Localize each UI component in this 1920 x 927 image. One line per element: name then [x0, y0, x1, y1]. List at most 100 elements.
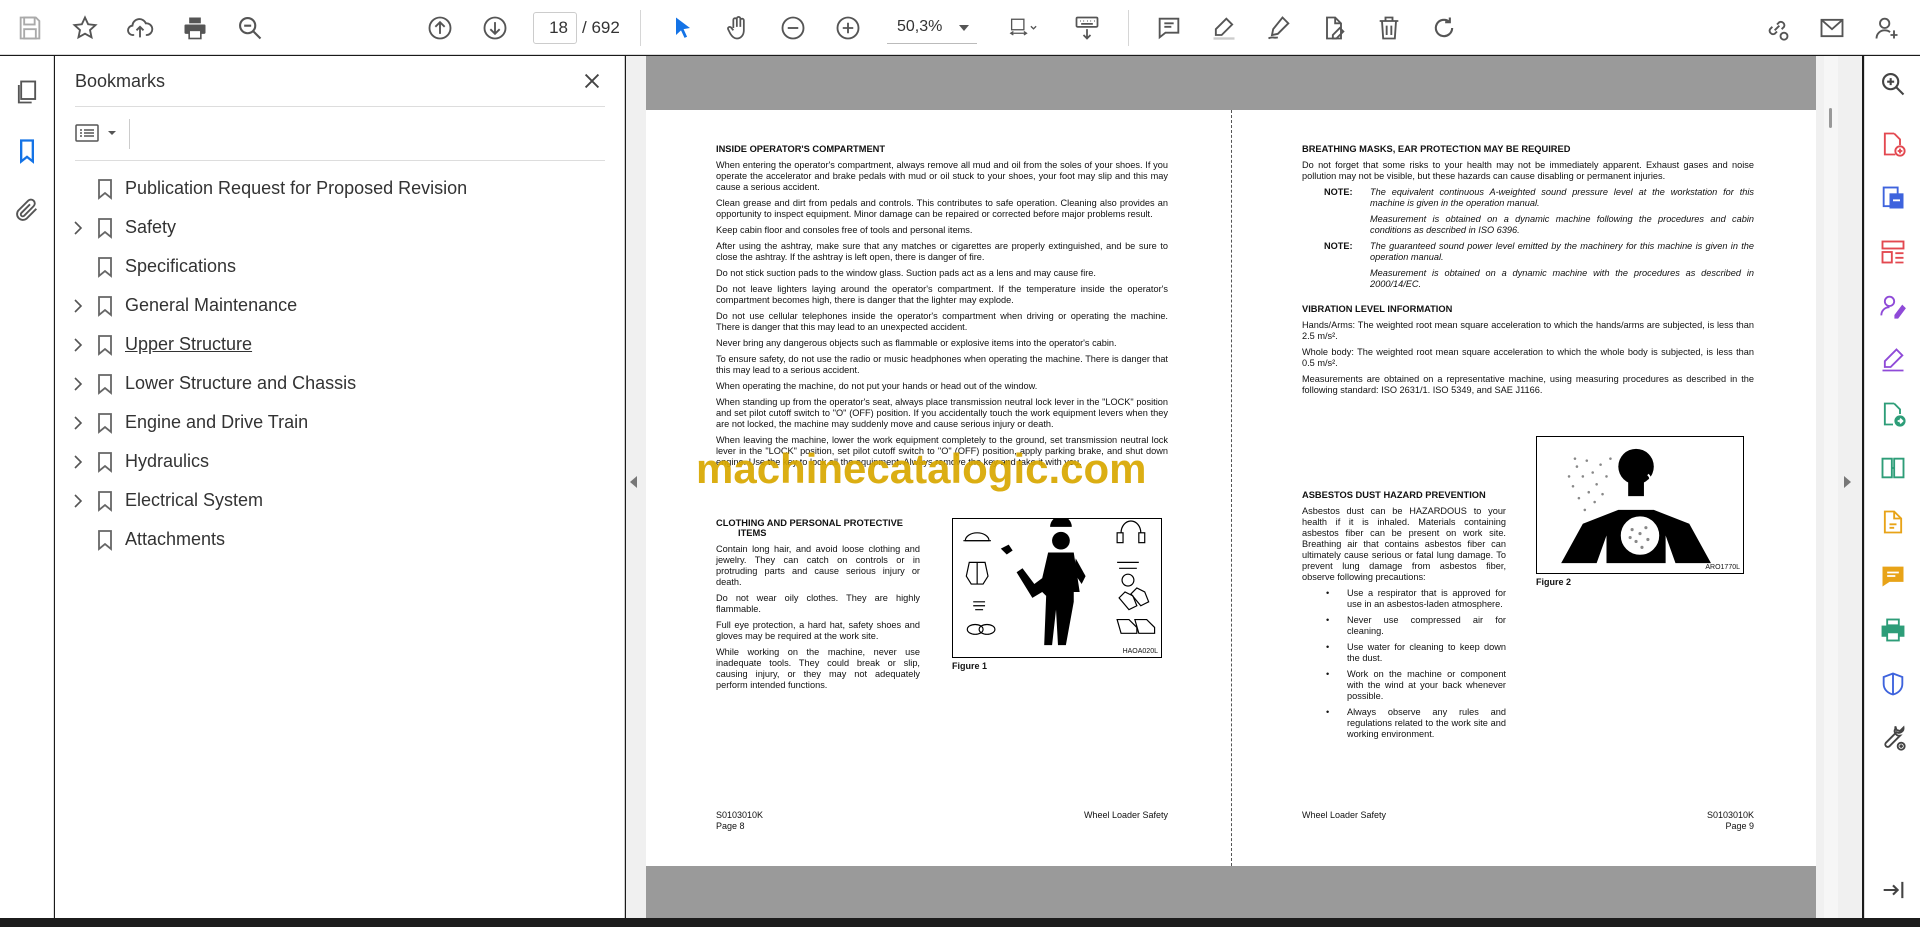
bookmark-icon: [98, 413, 112, 434]
page-thumbnails-icon[interactable]: [7, 72, 47, 112]
bookmark-icon: [98, 179, 112, 200]
hand-tool-icon[interactable]: [718, 8, 758, 48]
bookmark-item[interactable]: Upper Structure: [55, 326, 625, 364]
collapse-tools-pane-icon[interactable]: [1875, 872, 1911, 908]
collapse-right-panel-icon[interactable]: [1844, 476, 1851, 488]
bookmark-item[interactable]: Specifications: [55, 248, 625, 286]
previous-page-icon[interactable]: [420, 8, 460, 48]
collapse-left-panel-icon[interactable]: [630, 476, 637, 488]
chevron-down-icon: [108, 131, 116, 135]
edit-document-icon[interactable]: [1875, 504, 1911, 540]
figure-code: ARO1770L: [1705, 564, 1740, 571]
next-page-icon[interactable]: [475, 8, 515, 48]
zoom-level-select[interactable]: 50,3%: [887, 12, 977, 44]
panel-divider: [75, 106, 605, 107]
bookmark-item[interactable]: Publication Request for Proposed Revisio…: [55, 170, 625, 208]
fill-sign-icon[interactable]: [1875, 342, 1911, 378]
bookmark-icon: [98, 491, 112, 512]
bookmark-icon: [98, 335, 112, 356]
bookmark-item[interactable]: Attachments: [55, 521, 625, 559]
rotate-icon[interactable]: [1424, 8, 1464, 48]
body-paragraph: Do not use cellular telephones inside th…: [716, 311, 1168, 332]
document-code: S0103010K: [716, 810, 764, 820]
print-production-icon[interactable]: [1875, 612, 1911, 648]
request-signatures-icon[interactable]: [1875, 288, 1911, 324]
bookmark-item[interactable]: Engine and Drive Train: [55, 404, 625, 442]
send-review-icon[interactable]: [1875, 396, 1911, 432]
bookmark-options-button[interactable]: [75, 118, 121, 148]
body-paragraph: While working on the machine, never use …: [716, 647, 920, 690]
save-icon[interactable]: [10, 8, 50, 48]
bookmark-item[interactable]: Electrical System: [55, 482, 625, 520]
body-paragraph: Clean grease and dirt from pedals and co…: [716, 198, 1168, 219]
chevron-right-icon[interactable]: [69, 453, 87, 471]
body-paragraph: Contain long hair, and avoid loose cloth…: [716, 544, 920, 587]
edit-pdf-icon[interactable]: [1314, 8, 1354, 48]
comment-icon[interactable]: [1149, 8, 1189, 48]
figure-1-ppe-illustration: HAOA020L: [952, 516, 1162, 658]
zoom-search-icon[interactable]: [230, 8, 270, 48]
section-heading: BREATHING MASKS, EAR PROTECTION MAY BE R…: [1302, 144, 1571, 154]
zoom-out-icon[interactable]: [773, 8, 813, 48]
body-paragraph: When standing up from the operator's sea…: [716, 397, 1168, 429]
compare-files-icon[interactable]: [1875, 450, 1911, 486]
bookmarks-panel: Bookmarks Publication Request for Propos…: [55, 56, 625, 918]
body-paragraph: Measurements are obtained on a represent…: [1302, 374, 1754, 395]
page-footer-right: S0103010K Page 9: [1707, 810, 1754, 832]
organize-pages-icon[interactable]: [1875, 234, 1911, 270]
page-gap: [646, 56, 1816, 110]
bookmark-label: Attachments: [125, 529, 226, 549]
navigation-rail: [0, 56, 54, 918]
body-paragraph: Do not leave lighters laying around the …: [716, 284, 1168, 305]
bookmark-item[interactable]: Lower Structure and Chassis: [55, 365, 625, 403]
chevron-right-icon[interactable]: [69, 492, 87, 510]
note-label: NOTE:: [1324, 241, 1353, 251]
delete-trash-icon[interactable]: [1369, 8, 1409, 48]
bookmark-item[interactable]: General Maintenance: [55, 287, 625, 325]
zoom-in-icon[interactable]: [828, 8, 868, 48]
chevron-right-icon[interactable]: [69, 336, 87, 354]
page-number-input[interactable]: 18: [533, 12, 577, 44]
chevron-right-icon[interactable]: [69, 219, 87, 237]
comment-tool-icon[interactable]: [1875, 558, 1911, 594]
bookmarks-panel-icon[interactable]: [7, 131, 47, 171]
taskbar-strip: [0, 918, 1920, 927]
list-item: Never use compressed air for cleaning.: [1302, 615, 1506, 637]
list-item: Work on the machine or component with th…: [1302, 669, 1506, 702]
star-icon[interactable]: [65, 8, 105, 48]
share-link-icon[interactable]: [1757, 8, 1797, 48]
print-icon[interactable]: [175, 8, 215, 48]
close-icon[interactable]: [577, 66, 607, 96]
bookmark-item[interactable]: Hydraulics: [55, 443, 625, 481]
chevron-right-icon[interactable]: [69, 414, 87, 432]
figure-2-asbestos-illustration: ARO1770L: [1536, 436, 1744, 574]
list-item: Use a respirator that is approved for us…: [1302, 588, 1506, 610]
highlight-icon[interactable]: [1204, 8, 1244, 48]
account-icon[interactable]: [1867, 8, 1907, 48]
bookmark-item[interactable]: Safety: [55, 209, 625, 247]
scroll-mode-icon[interactable]: [1067, 8, 1107, 48]
export-pdf-icon[interactable]: [1875, 180, 1911, 216]
attachments-paperclip-icon[interactable]: [7, 190, 47, 230]
more-tools-icon[interactable]: [1875, 720, 1911, 756]
draw-pen-icon[interactable]: [1259, 8, 1299, 48]
tools-rail: [1864, 56, 1920, 918]
cloud-upload-icon[interactable]: [120, 8, 160, 48]
select-cursor-icon[interactable]: [663, 8, 703, 48]
bookmark-label: Lower Structure and Chassis: [125, 373, 357, 393]
scrollbar-thumb[interactable]: [1829, 108, 1832, 128]
note-text: The guaranteed sound power level emitted…: [1370, 241, 1754, 262]
vertical-scrollbar[interactable]: [1824, 56, 1838, 918]
zoom-search-icon[interactable]: [1875, 66, 1911, 102]
bookmark-icon: [98, 374, 112, 395]
list-item: Use water for cleaning to keep down the …: [1302, 642, 1506, 664]
create-pdf-icon[interactable]: [1875, 126, 1911, 162]
clothing-section: CLOTHING AND PERSONAL PROTECTIVE ITEMS C…: [716, 510, 920, 696]
chevron-right-icon[interactable]: [69, 297, 87, 315]
protect-shield-icon[interactable]: [1875, 666, 1911, 702]
email-icon[interactable]: [1812, 8, 1852, 48]
chevron-right-icon[interactable]: [69, 375, 87, 393]
section-heading: CLOTHING AND PERSONAL PROTECTIVE: [716, 518, 903, 528]
fit-page-icon[interactable]: [998, 8, 1048, 48]
section-heading: INSIDE OPERATOR'S COMPARTMENT: [716, 144, 886, 154]
